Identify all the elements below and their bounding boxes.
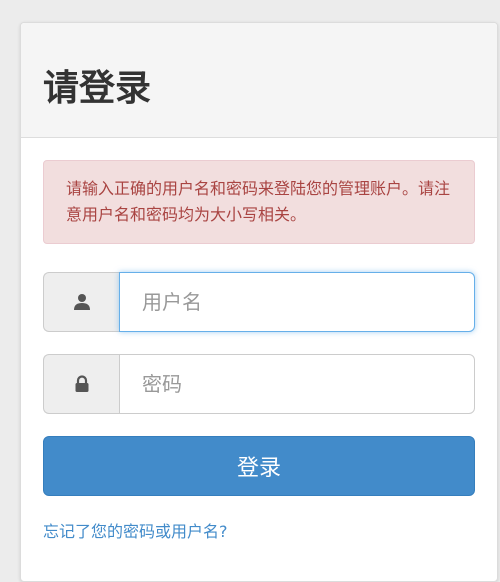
panel-body: 请输入正确的用户名和密码来登陆您的管理账户。请注意用户名和密码均为大小写相关。 …: [21, 138, 497, 542]
page-title: 请登录: [43, 68, 152, 109]
password-group: [43, 354, 475, 414]
forgot-password-link[interactable]: 忘记了您的密码或用户名?: [43, 518, 228, 542]
user-icon-glyph: [73, 294, 90, 310]
user-icon: [43, 272, 119, 332]
username-group: [43, 272, 475, 332]
lock-icon: [43, 354, 119, 414]
login-button[interactable]: 登录: [43, 436, 475, 496]
password-input[interactable]: [119, 354, 475, 414]
username-input[interactable]: [119, 272, 475, 332]
lock-icon-glyph: [75, 375, 88, 392]
error-alert: 请输入正确的用户名和密码来登陆您的管理账户。请注意用户名和密码均为大小写相关。: [43, 160, 475, 244]
login-panel: 请登录 请输入正确的用户名和密码来登陆您的管理账户。请注意用户名和密码均为大小写…: [20, 22, 498, 582]
panel-heading: 请登录: [21, 23, 497, 138]
